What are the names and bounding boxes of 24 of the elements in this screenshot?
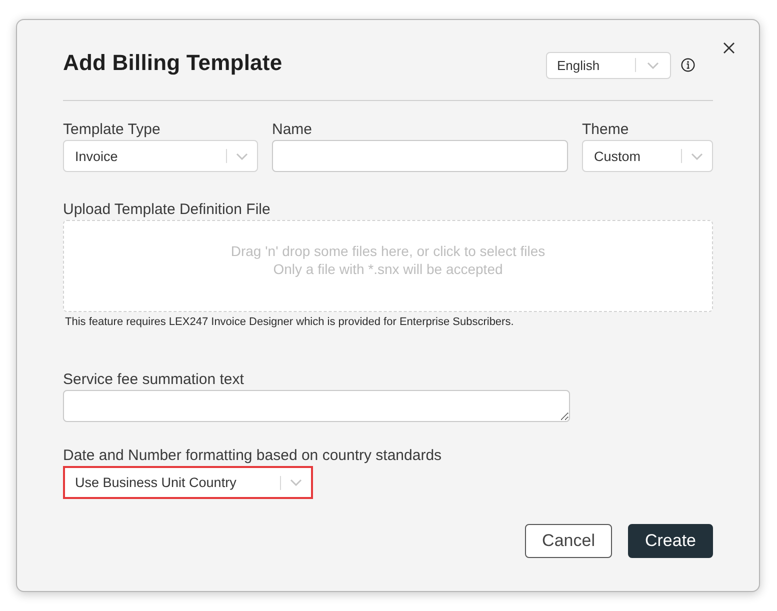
create-button[interactable]: Create [628, 524, 713, 558]
chevron-icon [691, 152, 703, 160]
dropzone-hint: Only a file with *.snx will be accepted [273, 260, 503, 278]
chevron-icon [236, 152, 248, 160]
field-label: Template Type [63, 120, 160, 140]
dropzone-instructions: Drag 'n' drop some files here, or click to select files [230, 242, 546, 260]
country-format-select[interactable]: Use Business Unit Country [63, 466, 313, 499]
field-label: Service fee summation text [63, 370, 244, 390]
info-icon[interactable] [681, 58, 695, 72]
feature-note: This feature requires LEX247 Invoice Designer which is provided for Enterprise Subscribers. [65, 315, 514, 329]
template-type-select[interactable]: Invoice [63, 140, 258, 172]
summation-text-field[interactable] [63, 390, 570, 422]
language-select[interactable]: English [546, 52, 671, 78]
field-label: Upload Template Definition File [63, 200, 270, 220]
field-label: Theme [582, 120, 629, 140]
theme-select[interactable]: Custom [582, 140, 713, 172]
dialog-title: Add Billing Template [63, 50, 282, 76]
field-label: Date and Number formatting based on country standards [63, 446, 442, 466]
chevron-icon [647, 62, 659, 68]
chevron-icon [290, 479, 302, 486]
close-icon [723, 42, 735, 54]
name-input[interactable] [272, 140, 568, 172]
cancel-button[interactable]: Cancel [525, 524, 612, 558]
field-label: Name [272, 120, 312, 140]
